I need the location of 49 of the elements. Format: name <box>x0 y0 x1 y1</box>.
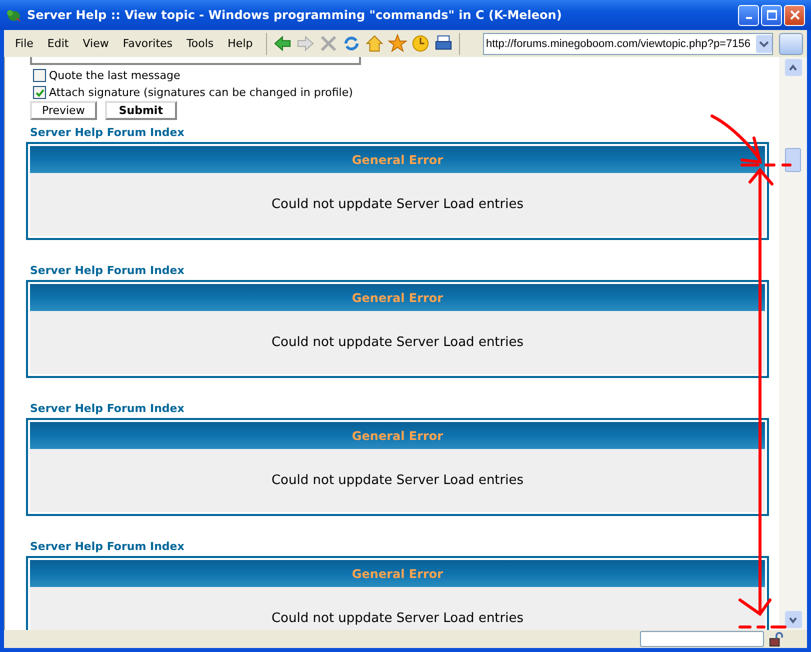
close-icon <box>790 10 800 20</box>
menu-item[interactable]: Help <box>220 35 260 52</box>
submit-button[interactable]: Submit <box>104 101 177 120</box>
reload-icon[interactable] <box>342 34 361 53</box>
minimize-button[interactable] <box>738 4 759 26</box>
curved-arrow-drawing <box>710 114 762 164</box>
window-title: Server Help :: View topic - Windows programming "commands" in C (K-Meleon) <box>27 8 563 22</box>
padlock-icon <box>768 632 783 646</box>
error-title: General Error <box>352 290 444 304</box>
error-title: General Error <box>352 152 444 166</box>
scrollbar[interactable] <box>779 57 807 630</box>
preview-button[interactable]: Preview <box>30 101 97 120</box>
checkbox[interactable] <box>33 69 46 82</box>
menu-item[interactable]: Tools <box>180 35 221 52</box>
home-icon[interactable] <box>364 34 384 53</box>
scroll-down-button[interactable] <box>784 611 802 628</box>
clock-icon[interactable] <box>410 34 430 53</box>
star-icon[interactable] <box>388 34 407 53</box>
dashed-line <box>738 626 786 628</box>
caret-up-icon <box>788 62 798 72</box>
maximize-button[interactable] <box>761 4 782 26</box>
address-field[interactable]: http://forums.minegoboom.com/viewtopic.php?p=7156 <box>483 32 773 54</box>
forum-index-link[interactable]: Server Help Forum Index <box>30 264 184 277</box>
error-title: General Error <box>352 566 444 580</box>
close-button[interactable] <box>784 4 805 26</box>
maximize-icon <box>766 10 776 20</box>
lizard-icon <box>6 7 22 23</box>
checkbox[interactable] <box>33 86 46 99</box>
scroll-up-button[interactable] <box>784 59 802 76</box>
checkbox-label: Attach signature (signatures can be changed in profile) <box>49 86 353 99</box>
forum-index-link[interactable]: Server Help Forum Index <box>30 126 184 139</box>
minimize-icon <box>746 17 752 19</box>
forum-index-link[interactable]: Server Help Forum Index <box>30 540 184 553</box>
error-message: Could not uppdate Server Load entries <box>271 473 524 488</box>
back-arrow-icon[interactable] <box>272 34 292 53</box>
error-message: Could not uppdate Server Load entries <box>271 335 524 350</box>
menu-item[interactable]: Edit <box>40 35 76 52</box>
scroll-thumb[interactable] <box>785 148 801 172</box>
error-message: Could not uppdate Server Load entries <box>271 611 524 626</box>
error-title: General Error <box>352 428 444 442</box>
checkbox-label: Quote the last message <box>49 69 180 82</box>
menu-item[interactable]: View <box>76 35 116 52</box>
message-field[interactable] <box>30 57 361 65</box>
dashed-line <box>740 164 792 166</box>
forum-index-link[interactable]: Server Help Forum Index <box>30 402 184 415</box>
error-message: Could not uppdate Server Load entries <box>271 197 524 212</box>
menu-item[interactable]: Favorites <box>116 35 180 52</box>
menu-item[interactable]: File <box>8 35 40 52</box>
caret-down-icon <box>788 614 798 624</box>
